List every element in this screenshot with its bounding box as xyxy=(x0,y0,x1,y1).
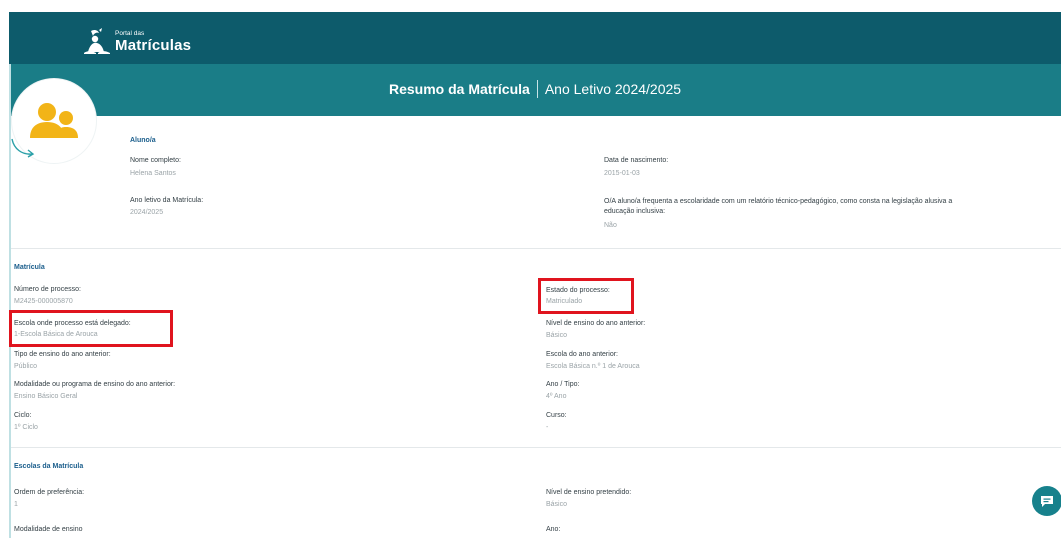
enrollment-year-value: 2024/2025 xyxy=(130,209,164,216)
inclusive-education-value: Não xyxy=(604,222,617,229)
enrollment-section-title: Matrícula xyxy=(14,264,45,271)
student-section-title: Aluno/a xyxy=(130,137,156,144)
previous-modality-value: Ensino Básico Geral xyxy=(14,393,78,400)
title-separator xyxy=(536,80,538,98)
previous-type-label: Tipo de ensino do ano anterior: xyxy=(14,351,111,358)
portal-logo-icon xyxy=(84,28,110,54)
delegated-school-highlight xyxy=(9,310,173,347)
section-divider-2 xyxy=(11,447,1061,448)
year-type-value: 4º Ano xyxy=(546,393,567,400)
inclusive-education-label: O/A aluno/a frequenta a escolaridade com… xyxy=(604,198,953,215)
preference-order-label: Ordem de preferência: xyxy=(14,489,85,496)
previous-level-label: Nível de ensino do ano anterior: xyxy=(546,320,646,327)
page-title-school-year: Ano Letivo 2024/2025 xyxy=(544,81,682,97)
people-avatar-icon xyxy=(30,103,78,138)
cycle-label: Ciclo: xyxy=(14,412,32,419)
preference-order-value: 1 xyxy=(14,501,18,508)
previous-modality-label: Modalidade ou programa de ensino do ano … xyxy=(14,381,176,388)
previous-type-value: Público xyxy=(14,363,37,370)
section-divider xyxy=(11,248,1061,249)
previous-school-value: Escola Básica n.º 1 de Arouca xyxy=(546,363,640,370)
chat-button[interactable] xyxy=(1032,486,1061,516)
full-name-value: Helena Santos xyxy=(130,170,176,177)
intended-level-label: Nível de ensino pretendido: xyxy=(546,489,632,496)
chat-bubble-icon xyxy=(1041,495,1053,507)
portal-logo[interactable]: Portal das Matrículas xyxy=(82,28,191,56)
schools-section-title: Escolas da Matrícula xyxy=(14,463,84,470)
page-title-main: Resumo da Matrícula xyxy=(389,81,530,97)
enrollment-year-label: Ano letivo da Matrícula: xyxy=(130,197,204,204)
summary-header-band: Resumo da Matrícula Ano Letivo 2024/2025 xyxy=(9,64,1061,116)
top-navbar: Portal das Matrículas xyxy=(9,12,1061,64)
process-number-label: Número de processo: xyxy=(14,286,81,293)
curved-arrow-icon xyxy=(11,138,35,158)
previous-school-label: Escola do ano anterior: xyxy=(546,351,618,358)
year-label: Ano: xyxy=(546,526,561,533)
logo-title: Matrículas xyxy=(115,37,192,55)
birth-date-value: 2015-01-03 xyxy=(604,170,640,177)
process-state-highlight xyxy=(538,278,634,314)
year-type-label: Ano / Tipo: xyxy=(546,381,580,388)
previous-level-value: Básico xyxy=(546,332,568,339)
left-accent-line xyxy=(9,64,11,538)
birth-date-label: Data de nascimento: xyxy=(604,157,669,164)
course-label: Curso: xyxy=(546,412,567,419)
full-name-label: Nome completo: xyxy=(130,157,181,164)
cycle-value: 1º Ciclo xyxy=(14,424,38,431)
process-number-value: M2425-000005870 xyxy=(14,298,73,305)
course-value: - xyxy=(546,424,549,431)
page-title: Resumo da Matrícula Ano Letivo 2024/2025 xyxy=(389,80,681,98)
intended-level-value: Básico xyxy=(546,501,568,508)
modality-label: Modalidade de ensino xyxy=(14,526,83,533)
